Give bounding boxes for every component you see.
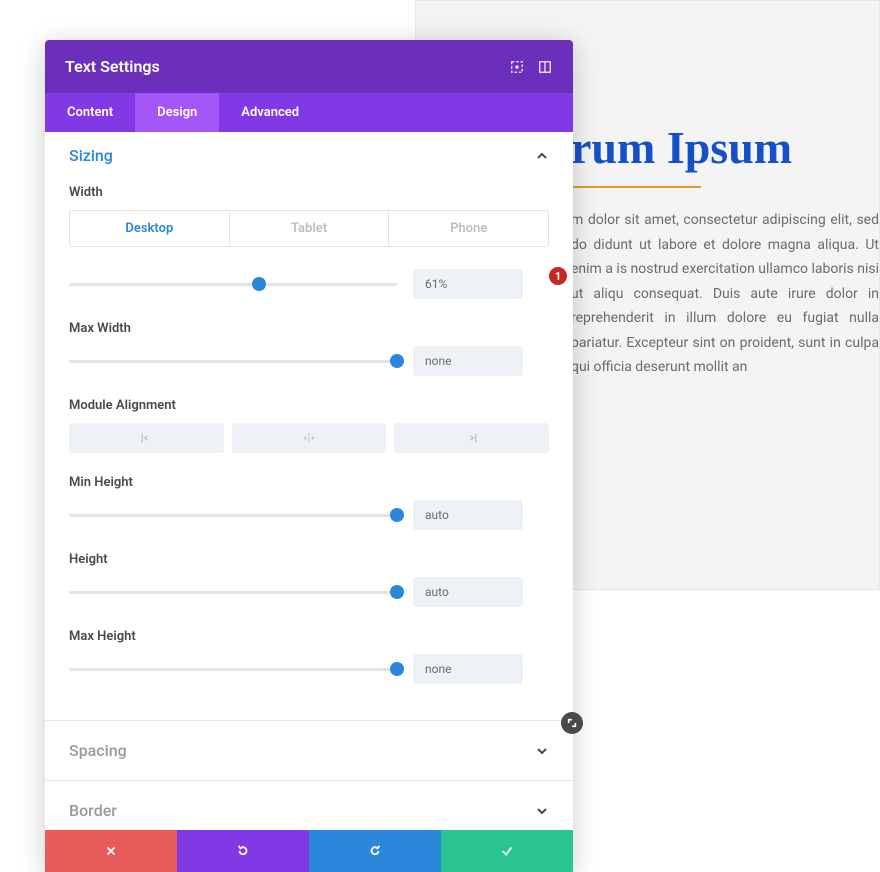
height-label: Height [69, 552, 549, 567]
align-center-button[interactable] [232, 423, 387, 453]
width-label: Width [69, 185, 549, 200]
confirm-button[interactable] [441, 830, 573, 872]
section-border-header[interactable]: Border [45, 787, 573, 830]
align-right-button[interactable] [394, 423, 549, 453]
divider [45, 780, 573, 781]
redo-button[interactable] [309, 830, 441, 872]
page-title: rum Ipsum [571, 121, 879, 174]
max-height-slider[interactable] [69, 662, 397, 676]
section-border-title: Border [69, 801, 117, 820]
max-width-label: Max Width [69, 321, 549, 336]
divider [45, 720, 573, 721]
max-height-label: Max Height [69, 629, 549, 644]
align-left-button[interactable] [69, 423, 224, 453]
min-height-label: Min Height [69, 475, 549, 490]
min-height-slider[interactable] [69, 508, 397, 522]
device-tabs: Desktop Tablet Phone [69, 210, 549, 247]
device-tab-tablet[interactable]: Tablet [230, 211, 390, 246]
title-divider [571, 186, 701, 188]
panel-tabs: Content Design Advanced [45, 93, 573, 132]
section-sizing-header[interactable]: Sizing [45, 132, 573, 179]
settings-panel: Text Settings Content Design Advanced Si… [45, 40, 573, 872]
page-body-text: m dolor sit amet, consectetur adipiscing… [571, 208, 879, 380]
min-height-slider-row: auto [69, 500, 549, 530]
width-slider[interactable] [69, 277, 397, 291]
height-slider[interactable] [69, 585, 397, 599]
height-slider-row: auto [69, 577, 549, 607]
chevron-down-icon [535, 744, 549, 758]
alignment-buttons [69, 423, 549, 453]
max-width-value-input[interactable]: none [413, 346, 523, 376]
max-width-slider-row: none [69, 346, 549, 376]
chevron-down-icon [535, 804, 549, 818]
section-spacing-header[interactable]: Spacing [45, 727, 573, 774]
snap-icon[interactable] [509, 59, 525, 75]
undo-button[interactable] [177, 830, 309, 872]
close-button[interactable] [45, 830, 177, 872]
max-height-value-input[interactable]: none [413, 654, 523, 684]
device-tab-phone[interactable]: Phone [389, 211, 548, 246]
tab-advanced[interactable]: Advanced [219, 93, 321, 132]
panel-footer [45, 830, 573, 872]
max-height-slider-row: none [69, 654, 549, 684]
chevron-up-icon [535, 149, 549, 163]
panel-title: Text Settings [65, 57, 160, 76]
min-height-value-input[interactable]: auto [413, 500, 523, 530]
sizing-section: Width Desktop Tablet Phone 61% 1 Max Wid… [45, 185, 573, 714]
tab-design[interactable]: Design [135, 93, 219, 132]
module-alignment-label: Module Alignment [69, 398, 549, 413]
device-tab-desktop[interactable]: Desktop [70, 211, 230, 246]
section-sizing-title: Sizing [69, 146, 113, 165]
width-badge: 1 [549, 267, 567, 285]
expand-panel-icon[interactable] [537, 59, 553, 75]
width-slider-row: 61% 1 [69, 269, 549, 299]
section-spacing-title: Spacing [69, 741, 127, 760]
width-value-input[interactable]: 61% [413, 269, 523, 299]
height-value-input[interactable]: auto [413, 577, 523, 607]
panel-body: Sizing Width Desktop Tablet Phone 61% 1 … [45, 132, 573, 830]
resize-handle[interactable] [561, 712, 583, 734]
panel-header: Text Settings [45, 40, 573, 93]
tab-content[interactable]: Content [45, 93, 135, 132]
max-width-slider[interactable] [69, 354, 397, 368]
header-icons [509, 59, 553, 75]
